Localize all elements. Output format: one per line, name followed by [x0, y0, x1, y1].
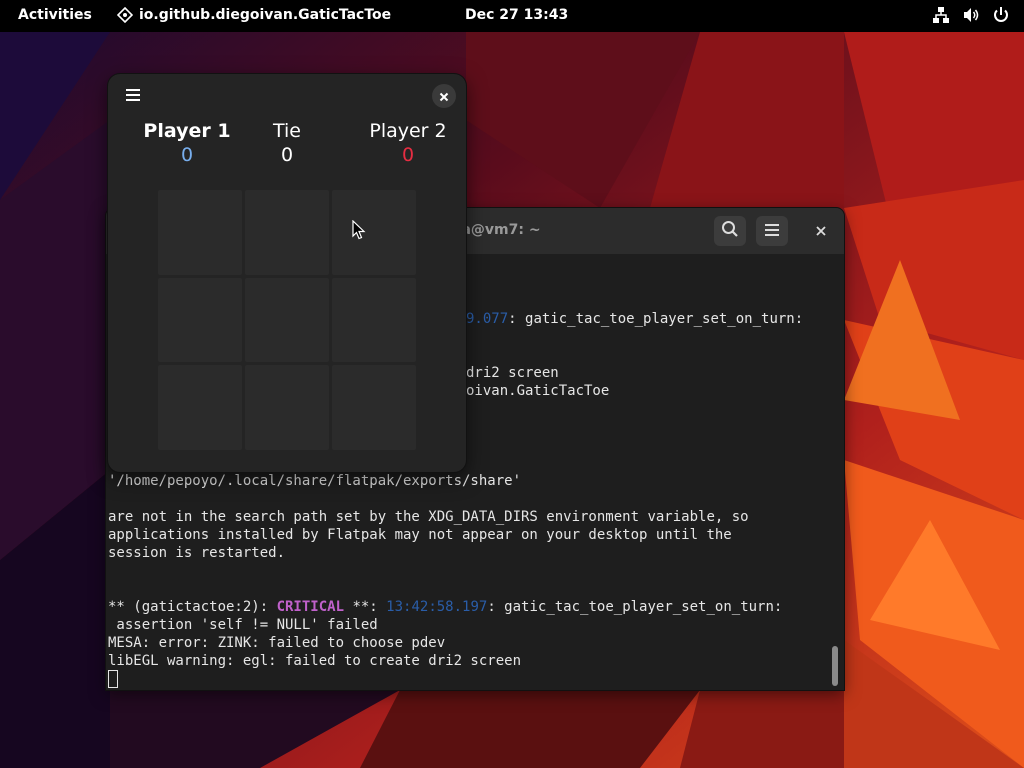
player1-score-value: 0 [180, 144, 194, 166]
app-icon [117, 7, 133, 23]
terminal-line: assertion 'self != NULL' failed [108, 617, 378, 633]
board-cell-8[interactable] [245, 365, 329, 450]
terminal-line: '/home/pepoyo/.local/share/flatpak/expor… [108, 473, 522, 489]
board-cell-6[interactable] [332, 277, 416, 363]
hamburger-icon [125, 87, 141, 106]
board-cell-7[interactable] [158, 365, 242, 450]
board-cell-4[interactable] [158, 277, 242, 363]
player2-label: Player 2 [369, 120, 447, 142]
board-cell-3[interactable] [332, 190, 416, 275]
top-bar: Activities io.github.diegoivan.GaticTacT… [0, 0, 1024, 32]
tie-score-value: 0 [280, 144, 294, 166]
player1-label: Player 1 [143, 120, 231, 142]
player2-score-value: 0 [401, 144, 415, 166]
tictactoe-window[interactable]: Player 1 0 Tie 0 Player 2 0 [108, 74, 466, 472]
app-menu[interactable]: io.github.diegoivan.GaticTacToe [117, 7, 391, 23]
terminal-line: session is restarted. [108, 545, 286, 561]
system-tray[interactable] [932, 6, 1010, 24]
terminal-line: libEGL warning: egl: failed to create dr… [108, 653, 522, 669]
mouse-pointer-icon [352, 219, 366, 244]
tie-label: Tie [273, 120, 301, 142]
terminal-line: ** (gatictactoe:2): CRITICAL **: 13:42:5… [108, 599, 783, 615]
tie-score: Tie 0 [247, 120, 327, 168]
terminal-line: oivan.GaticTacToe [466, 383, 610, 399]
board-cell-5[interactable] [245, 277, 329, 363]
terminal-line: 9.077: gatic_tac_toe_player_set_on_turn: [466, 311, 804, 327]
hamburger-icon [764, 222, 780, 241]
power-icon [992, 6, 1010, 24]
terminal-close-button[interactable] [806, 216, 836, 246]
terminal-line: dri2 screen [466, 365, 559, 381]
game-menu-button[interactable] [120, 84, 146, 108]
player2-score: Player 2 0 [358, 120, 458, 168]
clock[interactable]: Dec 27 13:43 [465, 7, 568, 23]
board-cell-1[interactable] [158, 190, 242, 275]
search-button[interactable] [714, 216, 746, 246]
volume-icon [962, 6, 980, 24]
network-icon [932, 6, 950, 24]
app-name: io.github.diegoivan.GaticTacToe [139, 7, 392, 23]
player1-score: Player 1 0 [128, 120, 246, 168]
game-close-button[interactable] [432, 84, 456, 108]
terminal-line: are not in the search path set by the XD… [108, 509, 749, 525]
terminal-line: applications installed by Flatpak may no… [108, 527, 732, 543]
terminal-scrollbar[interactable] [830, 254, 840, 690]
game-board [158, 190, 416, 450]
close-icon [815, 222, 827, 241]
board-cell-9[interactable] [332, 365, 416, 450]
menu-button[interactable] [756, 216, 788, 246]
terminal-line: MESA: error: ZINK: failed to choose pdev [108, 635, 446, 651]
scrollbar-thumb[interactable] [832, 646, 838, 686]
activities-button[interactable]: Activities [18, 7, 92, 23]
board-cell-2[interactable] [245, 190, 329, 275]
terminal-cursor [108, 670, 118, 688]
close-icon [439, 87, 449, 106]
search-icon [721, 220, 739, 242]
